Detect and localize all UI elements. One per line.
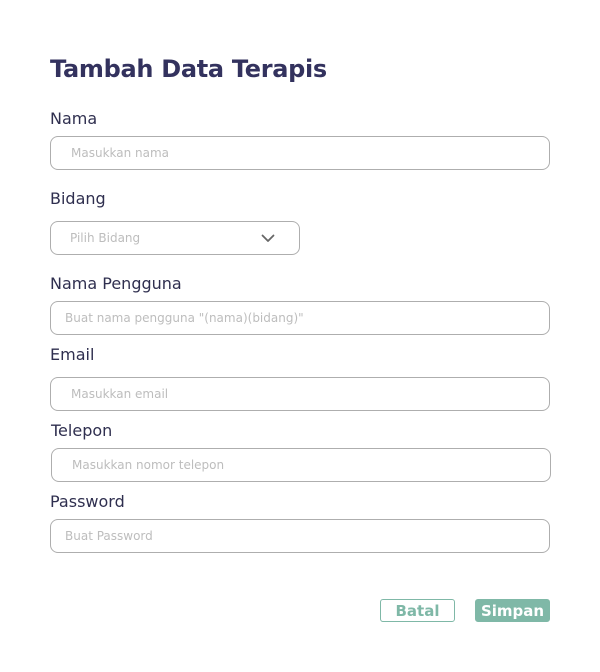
chevron-down-icon: [261, 231, 275, 245]
page-title: Tambah Data Terapis: [50, 55, 327, 83]
add-therapist-form: Tambah Data Terapis Nama Bidang Pilih Bi…: [0, 0, 600, 672]
phone-field-container: [51, 448, 551, 482]
name-input[interactable]: [71, 137, 549, 169]
email-label: Email: [50, 345, 95, 364]
username-input[interactable]: [65, 302, 549, 334]
name-label: Nama: [50, 109, 98, 128]
save-button[interactable]: Simpan: [475, 599, 550, 622]
phone-label: Telepon: [51, 421, 113, 440]
field-label: Bidang: [50, 189, 106, 208]
field-select[interactable]: Pilih Bidang: [50, 221, 300, 255]
email-field-container: [50, 377, 550, 411]
cancel-button[interactable]: Batal: [380, 599, 455, 622]
password-field-container: [50, 519, 550, 553]
name-field-container: [50, 136, 550, 170]
email-input[interactable]: [71, 378, 549, 410]
password-label: Password: [50, 492, 125, 511]
username-label: Nama Pengguna: [50, 274, 182, 293]
password-input[interactable]: [65, 520, 549, 552]
username-field-container: [50, 301, 550, 335]
field-select-value: Pilih Bidang: [70, 231, 141, 245]
phone-input[interactable]: [72, 449, 550, 481]
